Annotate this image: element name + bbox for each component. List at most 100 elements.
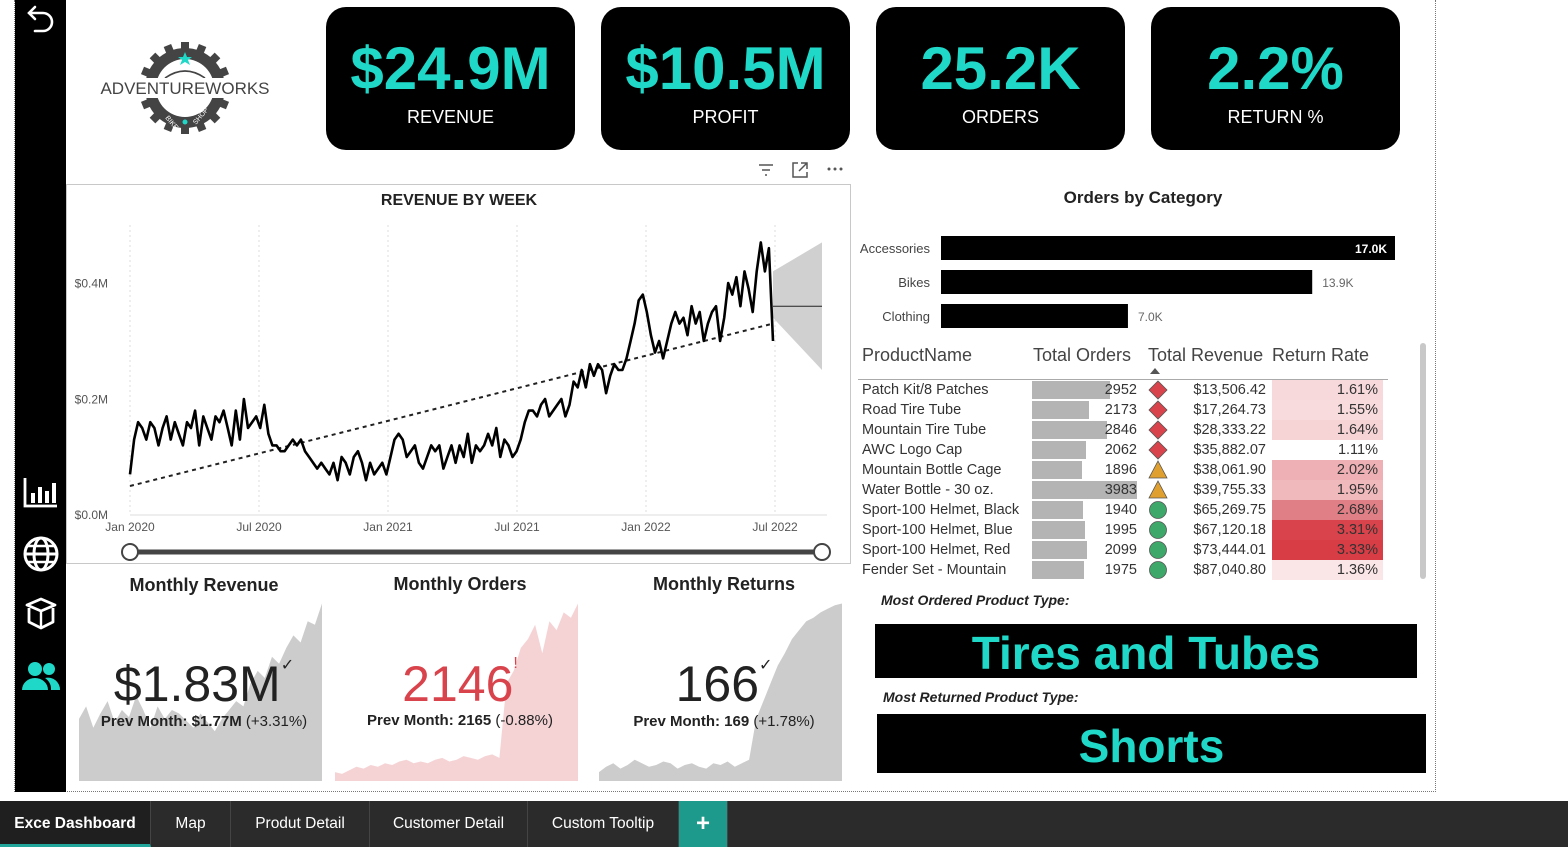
sort-descending-icon[interactable] xyxy=(1150,368,1160,374)
kpi-card-revenue: $24.9M REVENUE xyxy=(326,7,575,150)
return-rate-cell: 1.61% xyxy=(1336,382,1378,398)
table-row[interactable]: Mountain Tire Tube 2846 $28,333.22 1.64% xyxy=(858,420,1388,440)
table-row[interactable]: Sport-100 Helmet, Blue 1995 $67,120.18 3.31… xyxy=(858,520,1388,540)
orders-by-category-svg: Orders by Category Accessories 17.0K Bikes 1… xyxy=(860,188,1395,328)
orders-data-bar xyxy=(1032,441,1087,459)
tab-customer-detail[interactable]: Customer Detail xyxy=(370,801,528,847)
users-icon[interactable] xyxy=(21,658,61,694)
total-revenue-cell: $87,040.80 xyxy=(1193,562,1266,578)
diamond-status-icon xyxy=(1148,420,1168,440)
category-value-label: 7.0K xyxy=(1138,310,1163,324)
product-name-cell: Water Bottle - 30 oz. xyxy=(862,482,994,498)
table-scrollbar[interactable] xyxy=(1420,343,1426,579)
kpi-label: RETURN % xyxy=(1227,107,1324,127)
filter-icon[interactable] xyxy=(757,162,775,178)
column-header-orders[interactable]: Total Orders xyxy=(1033,345,1131,366)
prev-month-line: Prev Month: 2165 (-0.88%) xyxy=(335,712,585,729)
diamond-status-icon xyxy=(1148,400,1168,420)
page-tabs-bar: Exce Dashboard Map Produt Detail Custome… xyxy=(0,801,1568,847)
table-row[interactable]: Sport-100 Helmet, Black 1940 $65,269.75 2.6… xyxy=(858,500,1388,520)
orders-data-bar xyxy=(1032,401,1090,419)
tab-map[interactable]: Map xyxy=(151,801,231,847)
kpi-value: 2.2% xyxy=(1207,35,1344,102)
diamond-shape xyxy=(1148,440,1168,460)
diamond-status-icon xyxy=(1148,440,1168,460)
orders-by-category-chart[interactable]: Orders by Category Accessories 17.0K Bikes 1… xyxy=(858,185,1428,335)
y-tick-label: $0.2M xyxy=(75,393,108,407)
column-header-revenue[interactable]: Total Revenue xyxy=(1148,345,1263,366)
x-tick-label: Jan 2020 xyxy=(105,520,155,534)
product-table[interactable]: ProductName Total Orders Total Revenue R… xyxy=(858,343,1428,583)
total-revenue-cell: $67,120.18 xyxy=(1193,522,1266,538)
kpi-label: PROFIT xyxy=(692,107,759,127)
product-name-cell: AWC Logo Cap xyxy=(862,442,963,458)
prev-month-label: Prev Month: xyxy=(367,712,454,729)
category-label: Accessories xyxy=(860,241,931,256)
total-orders-cell: 2062 xyxy=(1104,442,1137,458)
category-bar xyxy=(941,236,1395,260)
revenue-series-line xyxy=(128,241,775,482)
card-value-text: $1.83M xyxy=(113,656,281,712)
diamond-shape xyxy=(1148,420,1168,440)
category-value-label: 17.0K xyxy=(1355,242,1387,256)
return-rate-cell: 1.55% xyxy=(1336,402,1378,418)
x-tick-label: Jul 2020 xyxy=(236,520,282,534)
column-header-return-rate[interactable]: Return Rate xyxy=(1272,345,1369,366)
table-row[interactable]: Sport-100 Helmet, Red 2099 $73,444.01 3.33% xyxy=(858,540,1388,560)
table-row[interactable]: Patch Kit/8 Patches 2952 $13,506.42 1.61% xyxy=(858,380,1388,400)
total-orders-cell: 2846 xyxy=(1104,422,1137,438)
return-rate-cell: 2.02% xyxy=(1336,462,1378,478)
orders-data-bar xyxy=(1032,501,1084,519)
table-row[interactable]: Fender Set - Mountain 1975 $87,040.80 1.36% xyxy=(858,560,1388,580)
total-revenue-cell: $73,444.01 xyxy=(1193,542,1266,558)
more-options-icon[interactable] xyxy=(826,162,844,176)
revenue-by-week-chart[interactable]: REVENUE BY WEEK Jan 2020 Jul 2020 Jan 2021 J… xyxy=(66,184,851,564)
most-returned-label: Most Returned Product Type: xyxy=(883,689,1079,705)
return-rate-cell: 1.64% xyxy=(1336,422,1378,438)
orders-data-bar xyxy=(1032,541,1088,559)
tab-exce-dashboard[interactable]: Exce Dashboard xyxy=(0,801,151,847)
total-revenue-cell: $39,755.33 xyxy=(1193,482,1266,498)
table-row[interactable]: Mountain Bottle Cage 1896 $38,061.90 2.02% xyxy=(858,460,1388,480)
kpi-value: $24.9M xyxy=(350,35,551,102)
circle-status-icon xyxy=(1149,501,1167,519)
kpi-value: $10.5M xyxy=(625,35,826,102)
card-title: Monthly Returns xyxy=(653,574,795,594)
total-revenue-cell: $13,506.42 xyxy=(1193,382,1266,398)
tab-custom-tooltip[interactable]: Custom Tooltip xyxy=(528,801,679,847)
table-row[interactable]: Water Bottle - 30 oz. 3983 $39,755.33 1.95% xyxy=(858,480,1388,500)
total-revenue-cell: $38,061.90 xyxy=(1193,462,1266,478)
monthly-returns-card: Monthly Returns 166✓ Prev Month: 169 (+1… xyxy=(599,570,849,785)
box-icon[interactable] xyxy=(21,595,61,631)
category-bar xyxy=(941,270,1313,294)
product-name-cell: Road Tire Tube xyxy=(862,402,962,418)
add-page-button[interactable]: + xyxy=(679,801,728,847)
circle-status-icon xyxy=(1149,561,1167,579)
visual-header-toolbar xyxy=(755,160,855,180)
x-tick-label: Jan 2022 xyxy=(621,520,671,534)
product-name-cell: Mountain Tire Tube xyxy=(862,422,987,438)
date-slider-start-handle xyxy=(121,543,139,561)
back-icon[interactable] xyxy=(21,0,61,36)
column-header-product[interactable]: ProductName xyxy=(862,345,972,366)
globe-icon[interactable] xyxy=(21,536,61,572)
x-tick-label: Jan 2021 xyxy=(363,520,413,534)
category-label: Bikes xyxy=(898,275,930,290)
bar-chart-icon[interactable] xyxy=(21,474,61,510)
brand-name: ADVENTUREWORKS xyxy=(100,79,269,98)
product-name-cell: Sport-100 Helmet, Black xyxy=(862,502,1020,518)
focus-mode-icon[interactable] xyxy=(791,161,809,179)
total-orders-cell: 1995 xyxy=(1104,522,1137,538)
card-value: 166✓ xyxy=(599,655,849,713)
circle-shape xyxy=(1149,541,1167,559)
most-ordered-label: Most Ordered Product Type: xyxy=(881,592,1070,608)
most-returned-value: Shorts xyxy=(877,714,1426,773)
tab-produt-detail[interactable]: Produt Detail xyxy=(231,801,370,847)
total-orders-cell: 3983 xyxy=(1104,482,1137,498)
total-revenue-cell: $65,269.75 xyxy=(1193,502,1266,518)
total-revenue-cell: $28,333.22 xyxy=(1193,422,1266,438)
return-rate-cell: 1.36% xyxy=(1336,562,1378,578)
table-row[interactable]: Road Tire Tube 2173 $17,264.73 1.55% xyxy=(858,400,1388,420)
table-row[interactable]: AWC Logo Cap 2062 $35,882.07 1.11% xyxy=(858,440,1388,460)
x-tick-label: Jul 2021 xyxy=(494,520,540,534)
